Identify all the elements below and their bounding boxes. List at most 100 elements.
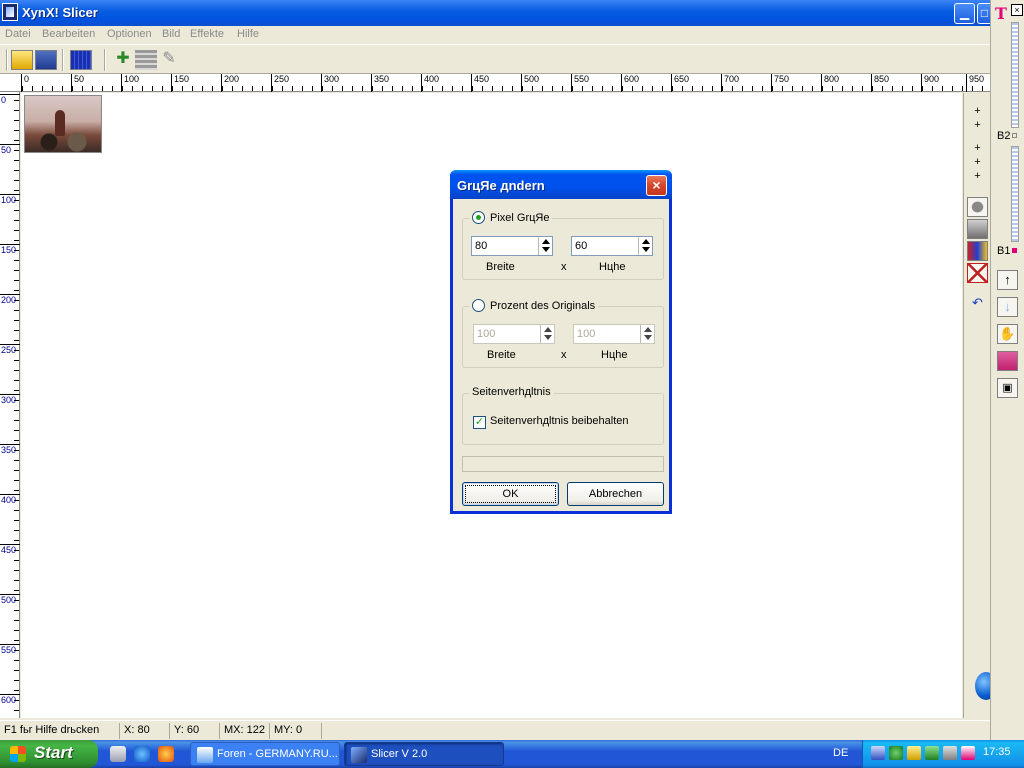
grid-view-icon[interactable] xyxy=(70,50,92,70)
menu-effekte[interactable]: Effekte xyxy=(190,28,224,40)
upload-arrow-icon[interactable]: ↑ xyxy=(997,270,1018,290)
status-help: F1 fьr Hilfe drьcken xyxy=(0,723,120,739)
signal-meter-b1 xyxy=(1011,146,1019,242)
media-player-icon[interactable] xyxy=(158,746,174,762)
image-thumbnail[interactable] xyxy=(24,95,102,153)
aspect-ratio-legend: Seitenverhдltnis xyxy=(469,386,554,398)
pixel-size-label: Pixel GrцЯe xyxy=(490,211,550,224)
security-tray-icon[interactable] xyxy=(925,746,939,760)
ruler-tick: 700 xyxy=(721,74,739,92)
menu-bearbeiten[interactable]: Bearbeiten xyxy=(42,28,95,40)
b2-indicator-icon xyxy=(1012,133,1017,138)
save-disk-icon[interactable] xyxy=(35,50,57,70)
network-icon[interactable] xyxy=(871,746,885,760)
menu-bild[interactable]: Bild xyxy=(162,28,180,40)
horizontal-ruler: 0 50 100 150 200 250 300 350 400 450 500… xyxy=(0,74,990,92)
menu-hilfe[interactable]: Hilfe xyxy=(237,28,259,40)
zoom-plus-icon[interactable]: + xyxy=(967,116,988,136)
add-icon[interactable]: + xyxy=(967,167,988,187)
percent-height-input[interactable]: 100 xyxy=(573,324,655,344)
dialog-title: GrцЯe дndern xyxy=(457,178,545,193)
resize-dialog: GrцЯe дndern × Pixel GrцЯe 80 60 Breite … xyxy=(450,170,672,514)
pixel-height-label: Hцhe xyxy=(599,261,626,273)
keep-aspect-checkbox[interactable]: ✓ xyxy=(473,416,486,429)
browser-window-icon xyxy=(197,747,213,763)
connection-tray-icon[interactable] xyxy=(943,746,957,760)
pixel-size-radio[interactable] xyxy=(472,211,485,224)
pixel-width-value: 80 xyxy=(475,240,488,252)
brush-icon[interactable]: ✎ xyxy=(158,50,180,70)
folder-tray-icon[interactable] xyxy=(907,746,921,760)
ok-button[interactable]: OK xyxy=(462,482,559,506)
minimize-button[interactable]: ▁ xyxy=(954,3,975,24)
width-spinner-arrows[interactable] xyxy=(538,237,552,255)
ruler-tick: 550 xyxy=(0,644,20,655)
ruler-tick: 550 xyxy=(571,74,589,92)
percent-width-spinner[interactable] xyxy=(540,325,554,343)
percent-height-spinner[interactable] xyxy=(640,325,654,343)
dialog-close-button[interactable]: × xyxy=(646,175,667,196)
percent-width-value: 100 xyxy=(477,328,496,340)
vertical-ruler: 0 50 100 150 200 250 300 350 400 450 500… xyxy=(0,92,20,718)
task-foren[interactable]: Foren - GERMANY.RU... xyxy=(190,742,340,766)
globe-tray-icon[interactable] xyxy=(889,746,903,760)
window-icon[interactable]: ▣ xyxy=(997,378,1018,398)
crop-tool-icon[interactable] xyxy=(967,263,988,283)
hand-icon[interactable]: ✋ xyxy=(997,324,1018,344)
slicer-task-icon xyxy=(351,747,367,763)
pixel-width-input[interactable]: 80 xyxy=(471,236,553,256)
pixel-size-group: Pixel GrцЯe 80 60 Breite x Hцhe xyxy=(462,211,664,280)
download-arrow-icon[interactable]: ↓ xyxy=(997,297,1018,317)
slicer-app-icon xyxy=(2,3,18,21)
app-title-bar[interactable]: XynX! Slicer ▁ □ xyxy=(0,0,991,26)
undo-icon[interactable]: ↶ xyxy=(967,294,988,314)
windows-logo-icon xyxy=(10,746,26,762)
menu-optionen[interactable]: Optionen xyxy=(107,28,152,40)
sidebar-close-button[interactable]: × xyxy=(1011,4,1023,16)
ruler-tick: 150 xyxy=(0,244,20,255)
color-tool-icon[interactable] xyxy=(967,241,988,261)
system-tray: 17:35 xyxy=(862,740,1024,768)
open-folder-icon[interactable] xyxy=(11,50,33,70)
internet-explorer-icon[interactable] xyxy=(134,746,150,762)
ruler-tick: 150 xyxy=(171,74,189,92)
ruler-tick: 950 xyxy=(966,74,984,92)
percent-option[interactable]: Prozent des Originals xyxy=(469,299,599,312)
ruler-tick: 200 xyxy=(0,294,20,305)
right-tool-panel: + + + + + ↶ xyxy=(963,93,990,718)
dialog-title-bar[interactable]: GrцЯe дndern × xyxy=(450,170,672,199)
menu-bar: Datei Bearbeiten Optionen Bild Effekte H… xyxy=(0,26,990,44)
task-slicer[interactable]: Slicer V 2.0 xyxy=(344,742,504,766)
maximize-button[interactable]: □ xyxy=(977,3,991,24)
pixel-size-option[interactable]: Pixel GrцЯe xyxy=(469,211,553,224)
aspect-ratio-group: Seitenverhдltnis ✓ Seitenverhдltnis beib… xyxy=(462,386,664,445)
pixel-height-input[interactable]: 60 xyxy=(571,236,653,256)
telekom-tray-icon[interactable] xyxy=(961,746,975,760)
percent-times-label: x xyxy=(561,349,567,361)
ruler-tick: 100 xyxy=(0,194,20,205)
menu-datei[interactable]: Datei xyxy=(5,28,31,40)
language-indicator[interactable]: DE xyxy=(833,747,848,759)
portrait-tool-icon[interactable] xyxy=(967,219,988,239)
slice-grid-icon[interactable]: ✚ xyxy=(112,50,134,70)
keep-aspect-label[interactable]: Seitenverhдltnis beibehalten xyxy=(490,415,629,427)
ruler-tick: 50 xyxy=(0,144,20,155)
ruler-tick: 850 xyxy=(871,74,889,92)
height-spinner-arrows[interactable] xyxy=(638,237,652,255)
ruler-tick: 250 xyxy=(0,344,20,355)
ruler-tick: 300 xyxy=(321,74,339,92)
percent-width-input[interactable]: 100 xyxy=(473,324,555,344)
ruler-tick: 0 xyxy=(0,94,20,105)
slice-rows-icon[interactable] xyxy=(135,50,157,70)
ruler-tick: 350 xyxy=(0,444,20,455)
window-switch-icon[interactable] xyxy=(997,351,1018,371)
ruler-tick: 400 xyxy=(421,74,439,92)
show-desktop-icon[interactable] xyxy=(110,746,126,762)
toolbar-grip xyxy=(6,49,8,71)
cancel-button[interactable]: Abbrechen xyxy=(567,482,664,506)
percent-radio[interactable] xyxy=(472,299,485,312)
frame-tool-icon[interactable] xyxy=(967,197,988,217)
ruler-tick: 900 xyxy=(921,74,939,92)
ruler-tick: 600 xyxy=(0,694,20,705)
start-button[interactable]: Start xyxy=(0,740,98,768)
